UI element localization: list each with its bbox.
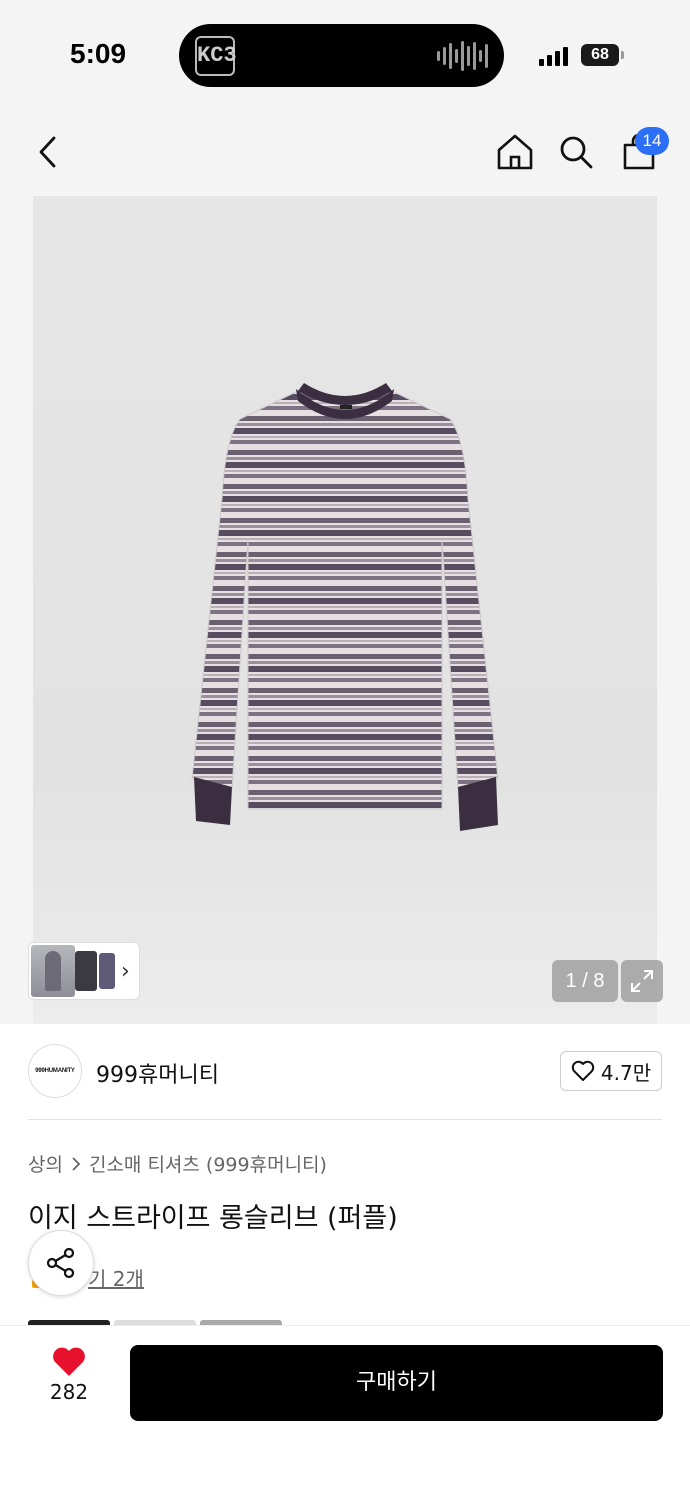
battery-icon: 68 xyxy=(581,44,624,66)
audio-wave-icon xyxy=(437,40,488,72)
top-navigation xyxy=(0,110,690,196)
thumbnail-front[interactable] xyxy=(75,951,97,991)
expand-image-button[interactable] xyxy=(621,960,663,1002)
divider xyxy=(28,1119,662,1120)
home-button[interactable] xyxy=(493,130,537,174)
status-time: 5:09 xyxy=(70,38,127,69)
cart-count-badge: 14 xyxy=(635,127,669,155)
brand-name[interactable]: 999휴머니티 xyxy=(96,1057,219,1089)
brand-logo[interactable]: 999HUMANITY xyxy=(28,1044,82,1098)
search-icon xyxy=(560,136,593,169)
chevron-right-icon[interactable]: › xyxy=(121,959,130,984)
expand-icon xyxy=(631,970,653,992)
chevron-right-icon xyxy=(72,1156,81,1171)
brand-like-button[interactable]: 4.7만 xyxy=(560,1051,662,1091)
product-image-gallery[interactable]: › 1 / 8 xyxy=(0,196,690,1024)
search-button[interactable] xyxy=(554,130,598,174)
breadcrumb-category[interactable]: 상의 xyxy=(28,1150,63,1177)
share-button[interactable] xyxy=(28,1230,94,1296)
share-icon xyxy=(46,1247,75,1279)
breadcrumb-subcategory[interactable]: 긴소매 티셔츠 (999휴머니티) xyxy=(89,1150,327,1177)
buy-button[interactable]: 구매하기 xyxy=(130,1345,663,1421)
dynamic-island: KC3 xyxy=(179,24,504,87)
review-count-link[interactable]: 기 2개 xyxy=(88,1263,144,1292)
home-icon xyxy=(497,134,533,170)
like-count: 282 xyxy=(49,1380,89,1404)
image-counter: 1 / 8 xyxy=(552,960,618,1002)
brand-like-count: 4.7만 xyxy=(600,1060,652,1085)
product-image xyxy=(191,383,499,831)
heart-filled-icon xyxy=(53,1347,85,1376)
breadcrumb: 상의 긴소매 티셔츠 (999휴머니티) xyxy=(28,1150,327,1177)
like-button[interactable]: 282 xyxy=(38,1346,100,1416)
back-button[interactable] xyxy=(26,130,70,174)
thumbnail-strip[interactable]: › xyxy=(28,942,140,1000)
product-title: 이지 스트라이프 롱슬리브 (퍼플) xyxy=(28,1203,398,1234)
chevron-left-icon xyxy=(39,136,56,168)
island-app-logo: KC3 xyxy=(195,36,237,76)
brand-logo-text: 999HUMANITY xyxy=(35,1068,75,1074)
status-bar: 5:09 KC3 68 xyxy=(0,0,690,110)
heart-outline-icon xyxy=(571,1060,595,1081)
thumbnail-model[interactable] xyxy=(31,945,75,997)
brand-row[interactable]: 999HUMANITY 999휴머니티 4.7만 xyxy=(0,1024,690,1120)
cellular-signal-icon xyxy=(539,44,568,66)
thumbnail-back[interactable] xyxy=(99,953,115,989)
